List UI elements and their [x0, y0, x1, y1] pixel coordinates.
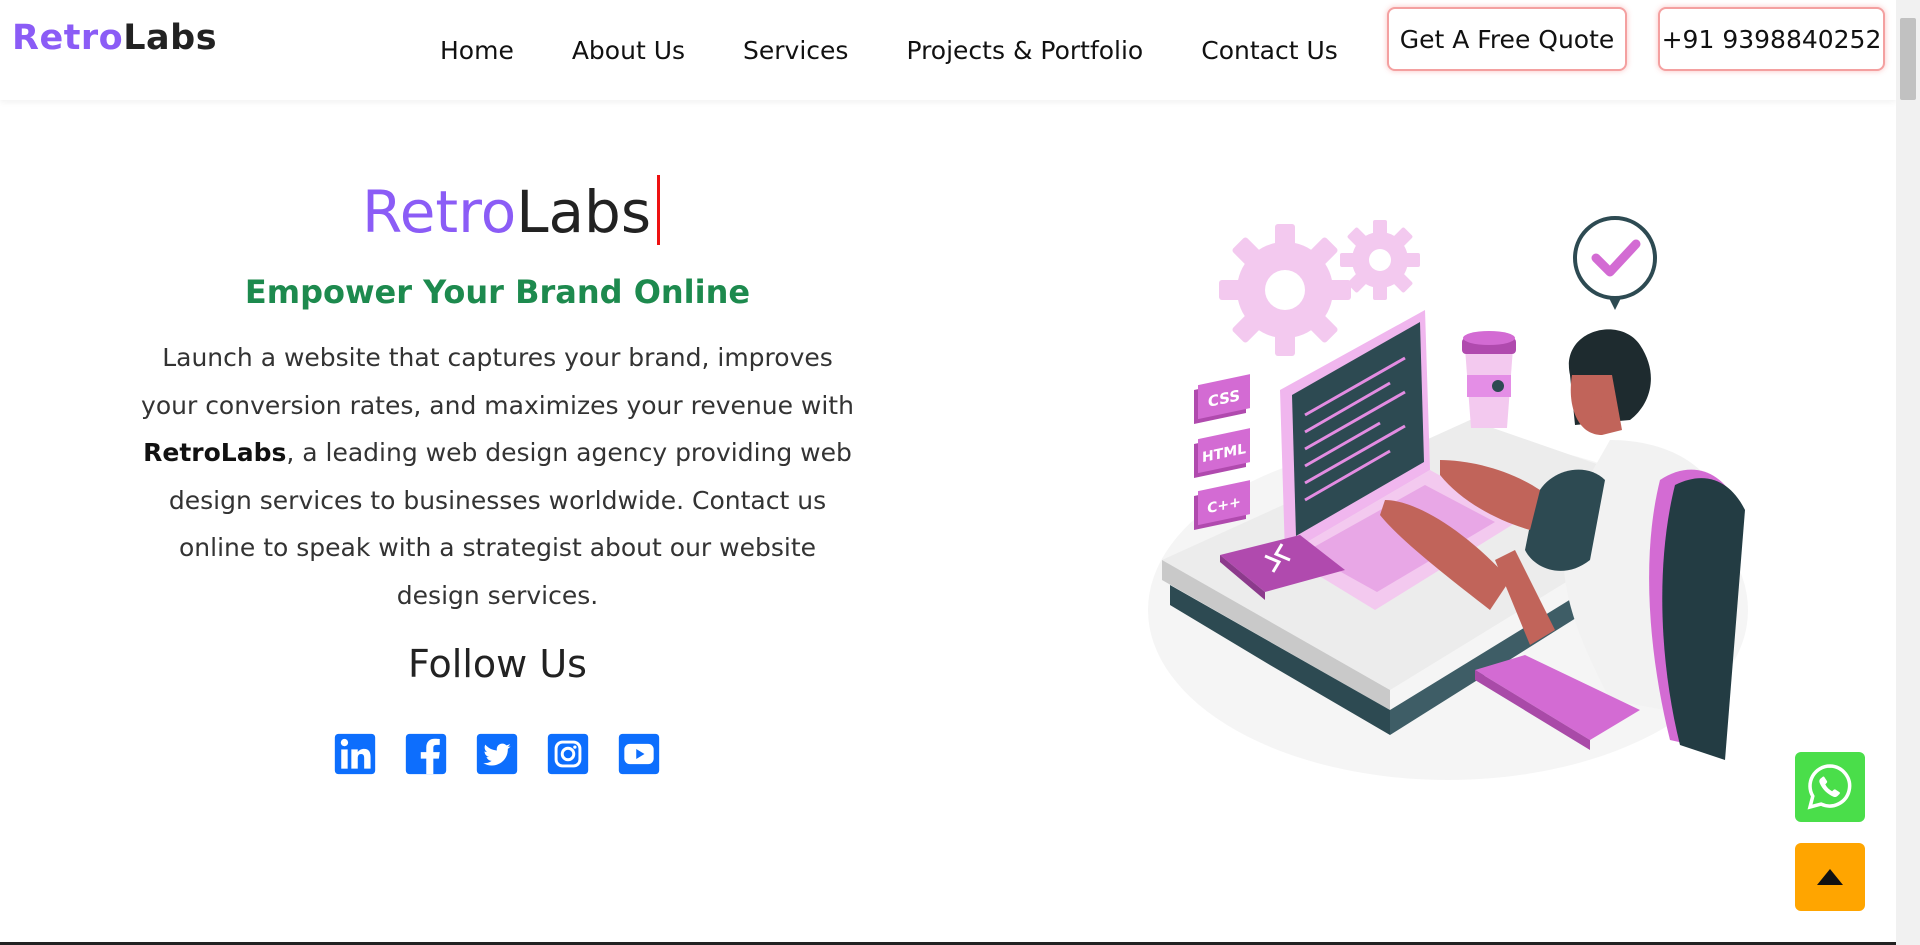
whatsapp-icon: [1807, 764, 1852, 810]
brand-logo-part1: Retro: [12, 18, 124, 58]
code-tags: CSS HTML C++: [1194, 374, 1250, 530]
description-brand-bold: RetroLabs: [143, 438, 287, 467]
youtube-icon[interactable]: [617, 732, 661, 776]
social-links: [333, 732, 688, 776]
linkedin-icon[interactable]: [333, 732, 377, 776]
checkmark-bubble-icon: [1573, 216, 1657, 310]
phone-number-button[interactable]: +91 9398840252: [1658, 7, 1885, 71]
brand-logo[interactable]: RetroLabs: [12, 18, 217, 58]
twitter-icon[interactable]: [475, 732, 519, 776]
whatsapp-chat-button[interactable]: [1795, 752, 1865, 822]
nav-link-about-us[interactable]: About Us: [572, 36, 685, 65]
nav-links: Home About Us Services Projects & Portfo…: [440, 0, 1396, 100]
page-scrollbar[interactable]: [1896, 0, 1920, 945]
nav-link-home[interactable]: Home: [440, 36, 514, 65]
instagram-icon[interactable]: [546, 732, 590, 776]
navbar: RetroLabs Home About Us Services Project…: [0, 0, 1896, 100]
gear-icon: [1340, 220, 1420, 300]
nav-link-contact-us[interactable]: Contact Us: [1201, 36, 1338, 65]
facebook-icon[interactable]: [404, 732, 448, 776]
brand-logo-part2: Labs: [123, 18, 218, 58]
scrollbar-thumb[interactable]: [1900, 18, 1916, 100]
hero-tagline: Empower Your Brand Online: [244, 273, 751, 311]
follow-us-heading: Follow Us: [408, 642, 587, 686]
nav-link-services[interactable]: Services: [743, 36, 848, 65]
hero-description: Launch a website that captures your bran…: [140, 334, 855, 619]
nav-link-projects-portfolio[interactable]: Projects & Portfolio: [906, 36, 1143, 65]
coffee-cup-icon: [1462, 331, 1516, 428]
caret-up-icon: [1817, 869, 1843, 885]
scroll-to-top-button[interactable]: [1795, 843, 1865, 911]
hero-title: RetroLabs: [362, 175, 661, 249]
hero-illustration: CSS HTML C++: [1140, 200, 1760, 790]
hero-title-part1: Retro: [362, 178, 517, 246]
typing-cursor: [657, 175, 661, 245]
hero-title-part2: Labs: [516, 178, 652, 246]
gear-icon: [1219, 224, 1351, 356]
get-free-quote-button[interactable]: Get A Free Quote: [1387, 7, 1627, 71]
description-text-start: Launch a website that captures your bran…: [141, 343, 854, 420]
